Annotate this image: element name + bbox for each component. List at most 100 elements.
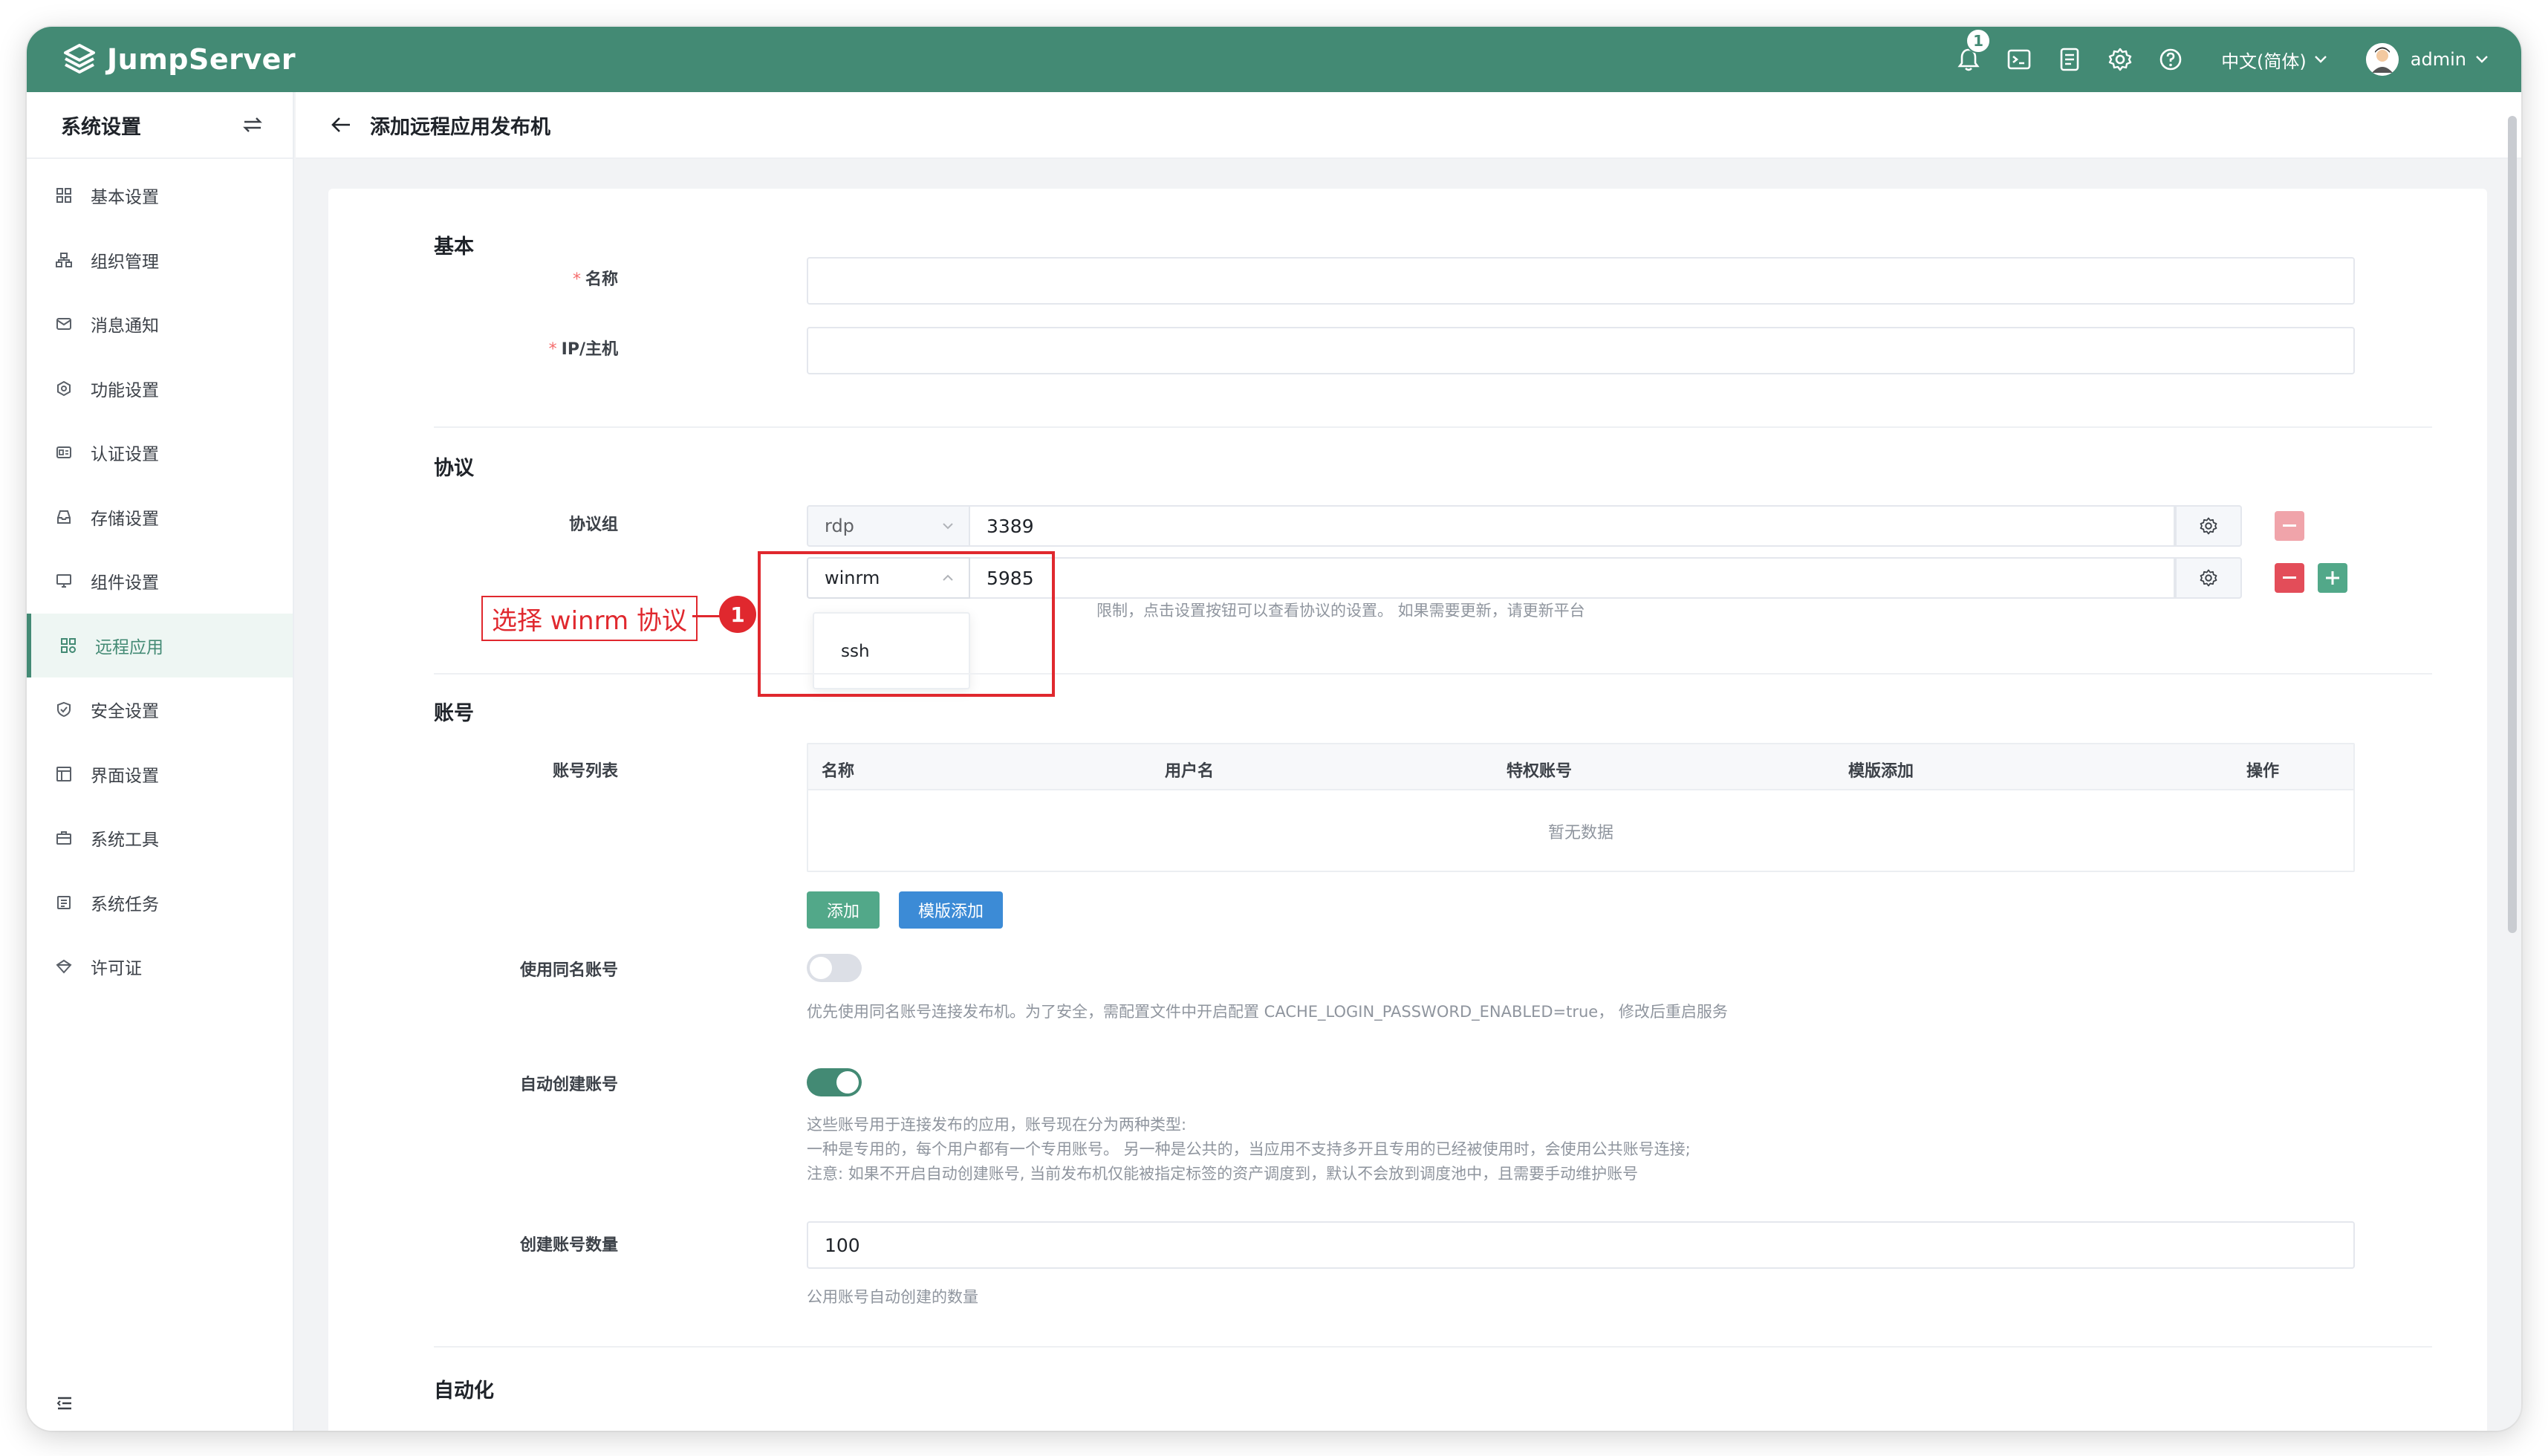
sidebar-item-component[interactable]: 组件设置: [27, 549, 293, 614]
protocol-settings-button[interactable]: [2175, 557, 2242, 599]
org-icon: [53, 250, 74, 270]
sidebar-item-label: 组件设置: [91, 573, 159, 594]
scrollbar[interactable]: [2506, 92, 2518, 1431]
sidebar-item-tools[interactable]: 系统工具: [27, 806, 293, 871]
table-empty-text: 暂无数据: [1547, 824, 1613, 842]
sidebar-item-feature[interactable]: 功能设置: [27, 357, 293, 421]
column-header: 模版添加: [1848, 762, 1914, 781]
port-input-rdp[interactable]: 3389: [970, 505, 2175, 547]
chevron-down-icon: [2475, 55, 2489, 64]
sidebar-item-remote-apps[interactable]: 远程应用: [27, 613, 293, 677]
language-selector[interactable]: 中文(简体): [2221, 47, 2327, 73]
auto-create-label: 自动创建账号: [519, 1076, 618, 1094]
auto-create-hint-1: 这些账号用于连接发布的应用，账号现在分为两种类型:: [807, 1116, 1187, 1134]
sidebar-item-label: 功能设置: [91, 380, 159, 400]
remove-protocol-button[interactable]: [2275, 563, 2304, 593]
minus-icon: [2283, 576, 2296, 579]
apps-icon: [58, 635, 79, 656]
main-content: 添加远程应用发布机 基本 * 名称 * IP/主机 协议 协议组 rdp 3389: [296, 92, 2521, 1431]
account-count-label: 创建账号数量: [519, 1236, 618, 1255]
feature-icon: [53, 378, 74, 399]
scrollbar-thumb[interactable]: [2508, 116, 2517, 933]
chevron-down-icon: [940, 519, 955, 533]
sidebar-item-message[interactable]: 消息通知: [27, 292, 293, 357]
terminal-icon[interactable]: [2004, 45, 2034, 74]
app-window: JumpServer 1 中文(简体) admin 系统设置 基本设置 组织管理…: [27, 27, 2521, 1431]
logo[interactable]: JumpServer: [61, 41, 296, 78]
settings-gear-icon[interactable]: [2105, 45, 2135, 74]
protocol-settings-button[interactable]: [2175, 505, 2242, 547]
sidebar: 系统设置 基本设置 组织管理 消息通知 功能设置 认证设置 存储设置 组件设置 …: [27, 92, 294, 1431]
template-add-button[interactable]: 模版添加: [899, 891, 1003, 929]
protocol-select-rdp[interactable]: rdp: [807, 505, 970, 547]
help-icon[interactable]: [2156, 45, 2185, 74]
column-header: 用户名: [1165, 762, 1215, 781]
column-header: 特权账号: [1507, 762, 1573, 781]
table-header: 名称 用户名 特权账号 模版添加 操作: [808, 744, 2353, 790]
document-icon[interactable]: [2055, 45, 2084, 74]
protocol-hint: 限制，点击设置按钮可以查看协议的设置。 如果需要更新，请更新平台: [1096, 602, 1585, 620]
account-count-input[interactable]: 100: [807, 1221, 2355, 1269]
monitor-icon: [53, 571, 74, 591]
column-header: 名称: [822, 762, 855, 781]
back-arrow-icon[interactable]: [328, 112, 354, 137]
jumpserver-logo-icon: [61, 41, 98, 78]
divider: [434, 673, 2432, 675]
divider: [434, 1346, 2432, 1348]
auto-create-toggle[interactable]: [807, 1068, 862, 1096]
sidebar-item-tasks[interactable]: 系统任务: [27, 871, 293, 935]
sidebar-header: 系统设置: [27, 92, 293, 159]
grid-icon: [53, 185, 74, 206]
column-header: 操作: [2246, 762, 2280, 781]
sidebar-item-label: 基本设置: [91, 188, 159, 208]
sidebar-item-auth[interactable]: 认证设置: [27, 420, 293, 485]
sidebar-item-storage[interactable]: 存储设置: [27, 485, 293, 550]
add-protocol-button[interactable]: [2318, 563, 2347, 593]
toggle-knob: [810, 957, 832, 979]
page-header: 添加远程应用发布机: [296, 92, 2521, 159]
name-label: * 名称: [572, 270, 618, 289]
sidebar-item-label: 认证设置: [91, 445, 159, 465]
account-table: 名称 用户名 特权账号 模版添加 操作 暂无数据: [807, 743, 2355, 872]
add-account-button[interactable]: 添加: [807, 891, 880, 929]
section-basic-title: 基本: [434, 235, 474, 259]
sidebar-item-org[interactable]: 组织管理: [27, 228, 293, 293]
switch-view-icon[interactable]: [242, 116, 263, 134]
gear-icon: [2200, 517, 2217, 535]
sidebar-item-label: 界面设置: [91, 766, 159, 786]
gear-icon: [2200, 569, 2217, 587]
port-input-winrm[interactable]: 5985: [970, 557, 2175, 599]
sidebar-title: 系统设置: [61, 115, 141, 139]
protocol-group-label: 协议组: [568, 516, 618, 534]
username: admin: [2410, 49, 2466, 70]
message-icon: [53, 313, 74, 334]
user-menu[interactable]: admin: [2365, 43, 2489, 76]
same-name-label: 使用同名账号: [519, 961, 618, 980]
sidebar-item-interface[interactable]: 界面设置: [27, 742, 293, 807]
host-input[interactable]: [807, 327, 2355, 374]
sidebar-item-security[interactable]: 安全设置: [27, 677, 293, 742]
section-account-title: 账号: [434, 702, 474, 725]
sidebar-item-basic[interactable]: 基本设置: [27, 163, 293, 228]
annotation-connector: [692, 615, 721, 617]
annotation-highlight-box: [758, 551, 1055, 697]
notification-badge: 1: [1966, 28, 1992, 53]
sidebar-item-label: 远程应用: [95, 637, 163, 657]
section-automation-title: 自动化: [434, 1379, 494, 1403]
bell-icon[interactable]: 1: [1954, 28, 1992, 74]
minus-icon: [2283, 524, 2296, 527]
sidebar-item-label: 系统任务: [91, 894, 159, 914]
remove-protocol-button[interactable]: [2275, 511, 2304, 541]
layout-icon: [53, 764, 74, 784]
same-name-toggle[interactable]: [807, 954, 862, 982]
name-input[interactable]: [807, 257, 2355, 305]
account-list-label: 账号列表: [552, 762, 618, 781]
collapse-menu-icon[interactable]: [53, 1392, 76, 1414]
protocol-value: rdp: [825, 516, 854, 536]
form-card: 基本 * 名称 * IP/主机 协议 协议组 rdp 3389 winrm 59…: [328, 189, 2487, 1431]
sidebar-item-label: 消息通知: [91, 316, 159, 337]
sidebar-item-license[interactable]: 许可证: [27, 935, 293, 999]
toggle-knob: [836, 1071, 859, 1093]
toolbox-icon: [53, 828, 74, 848]
language-label: 中文(简体): [2221, 51, 2307, 72]
